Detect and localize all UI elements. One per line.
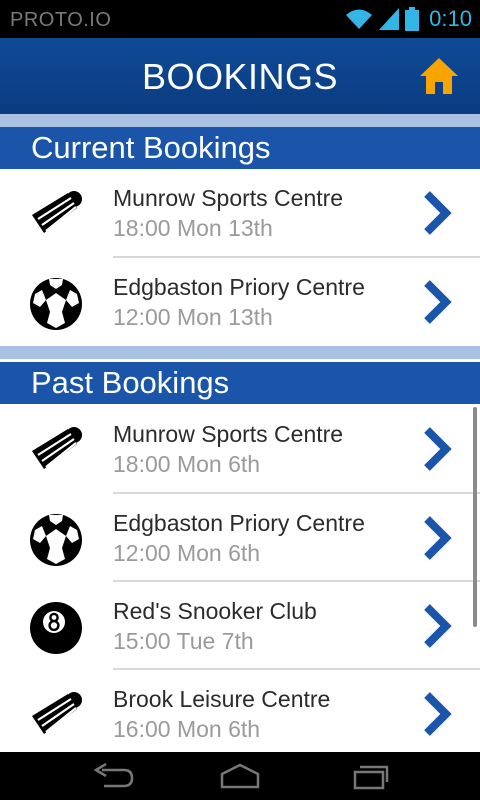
section-spacer (0, 346, 480, 359)
chevron-right-icon[interactable] (420, 189, 454, 237)
section-spacer (0, 114, 480, 127)
booking-time: 12:00 Mon 13th (113, 304, 273, 330)
booking-row[interactable]: Munrow Sports Centre 18:00 Mon 13th (0, 169, 480, 257)
soccer-ball-icon (28, 276, 84, 332)
booking-time: 12:00 Mon 6th (113, 540, 261, 566)
badminton-shuttlecock-icon (28, 187, 84, 243)
system-nav-bar (0, 752, 480, 800)
recent-apps-icon[interactable] (346, 760, 396, 792)
venue-name: Munrow Sports Centre (113, 185, 344, 211)
wifi-icon (346, 9, 373, 29)
venue-name: Red's Snooker Club (113, 598, 317, 624)
booking-row[interactable]: Munrow Sports Centre 18:00 Mon 6th (0, 405, 480, 493)
booking-time: 18:00 Mon 6th (113, 451, 261, 477)
booking-time: 18:00 Mon 13th (113, 215, 273, 241)
battery-icon (405, 7, 420, 31)
eight-ball-icon (28, 600, 84, 656)
app-header: BOOKINGS (0, 38, 480, 114)
badminton-shuttlecock-icon (28, 423, 84, 479)
home-icon[interactable] (418, 55, 460, 97)
booking-row[interactable]: Edgbaston Priory Centre 12:00 Mon 6th (0, 494, 480, 582)
status-icons: 0:10 (345, 4, 472, 34)
section-header-current: Current Bookings (0, 127, 480, 169)
section-title: Current Bookings (31, 130, 271, 165)
soccer-ball-icon (28, 512, 84, 568)
chevron-right-icon[interactable] (420, 690, 454, 738)
section-header-past: Past Bookings (0, 362, 480, 404)
booking-time: 16:00 Mon 6th (113, 716, 261, 742)
venue-name: Edgbaston Priory Centre (113, 274, 365, 300)
booking-time: 15:00 Tue 7th (113, 628, 254, 654)
booking-row[interactable]: Edgbaston Priory Centre 12:00 Mon 13th (0, 258, 480, 346)
section-title: Past Bookings (31, 365, 230, 400)
venue-name: Munrow Sports Centre (113, 421, 344, 447)
home-nav-icon[interactable] (215, 760, 265, 792)
clock: 0:10 (429, 6, 472, 31)
scrollbar[interactable] (473, 407, 477, 627)
carrier-label: PROTO.IO (10, 9, 112, 31)
chevron-right-icon[interactable] (420, 514, 454, 562)
chevron-right-icon[interactable] (420, 278, 454, 326)
booking-row[interactable]: Brook Leisure Centre 16:00 Mon 6th (0, 670, 480, 752)
venue-name: Edgbaston Priory Centre (113, 510, 365, 536)
chevron-right-icon[interactable] (420, 602, 454, 650)
badminton-shuttlecock-icon (28, 688, 84, 744)
signal-icon (379, 8, 400, 30)
booking-row[interactable]: Red's Snooker Club 15:00 Tue 7th (0, 582, 480, 670)
venue-name: Brook Leisure Centre (113, 686, 331, 712)
chevron-right-icon[interactable] (420, 425, 454, 473)
page-title: BOOKINGS (141, 56, 339, 97)
back-icon[interactable] (88, 760, 138, 792)
status-bar: PROTO.IO 0:10 (0, 0, 480, 38)
